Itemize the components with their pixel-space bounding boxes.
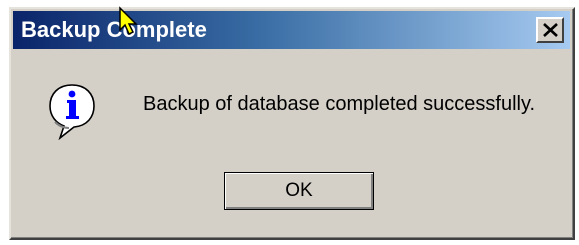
info-icon: [49, 84, 95, 140]
backup-complete-dialog: Backup Complete Backup of database compl…: [9, 7, 575, 240]
dialog-title: Backup Complete: [21, 17, 207, 42]
mouse-cursor-icon: [119, 6, 138, 36]
ok-button[interactable]: OK: [224, 172, 374, 210]
close-icon: [543, 23, 558, 37]
dialog-message: Backup of database completed successfull…: [143, 93, 536, 115]
title-bar[interactable]: Backup Complete: [13, 11, 570, 49]
close-button[interactable]: [536, 17, 564, 43]
